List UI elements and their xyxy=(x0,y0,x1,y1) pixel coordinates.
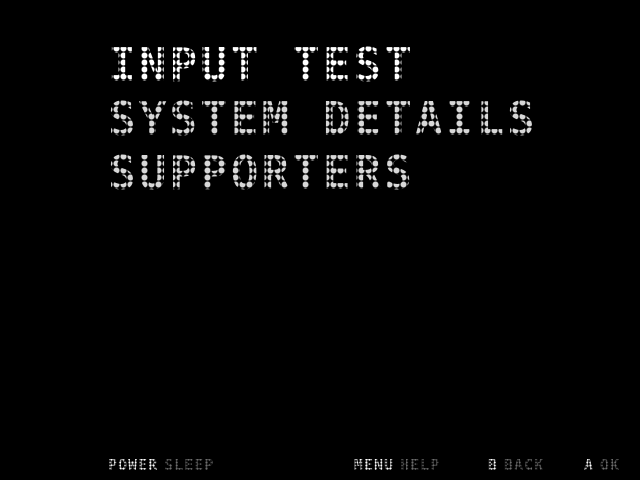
hint-key-b: B xyxy=(486,455,500,475)
hint-action-help: HELP xyxy=(399,455,442,475)
menu-item-label: INPUT TEST xyxy=(106,38,417,92)
hint-a-ok: A OK xyxy=(582,455,622,475)
hint-action-back: BACK xyxy=(503,455,546,475)
hint-power-sleep: POWER SLEEP xyxy=(106,455,216,475)
screen: INPUT TEST SYSTEM DETAILS SUPPORTERS POW… xyxy=(0,0,640,480)
hint-key-menu: MENU xyxy=(352,455,396,475)
button-hint-bar: POWER SLEEP MENU HELP B BACK A OK xyxy=(0,455,640,475)
menu-item-label: SUPPORTERS xyxy=(106,146,417,200)
hint-action-ok: OK xyxy=(599,455,622,475)
hint-b-back: B BACK xyxy=(486,455,546,475)
menu-item-supporters[interactable]: SUPPORTERS xyxy=(106,146,538,200)
menu-item-system-details[interactable]: SYSTEM DETAILS xyxy=(106,92,540,146)
hint-key-a: A xyxy=(582,455,596,475)
menu-item-label: SYSTEM DETAILS xyxy=(106,92,540,146)
main-menu: INPUT TEST SYSTEM DETAILS SUPPORTERS xyxy=(106,38,540,200)
menu-item-input-test[interactable]: INPUT TEST xyxy=(106,38,538,92)
hint-action-sleep: SLEEP xyxy=(163,455,216,475)
hint-menu-help: MENU HELP xyxy=(352,455,442,475)
hint-key-power: POWER xyxy=(106,455,160,475)
